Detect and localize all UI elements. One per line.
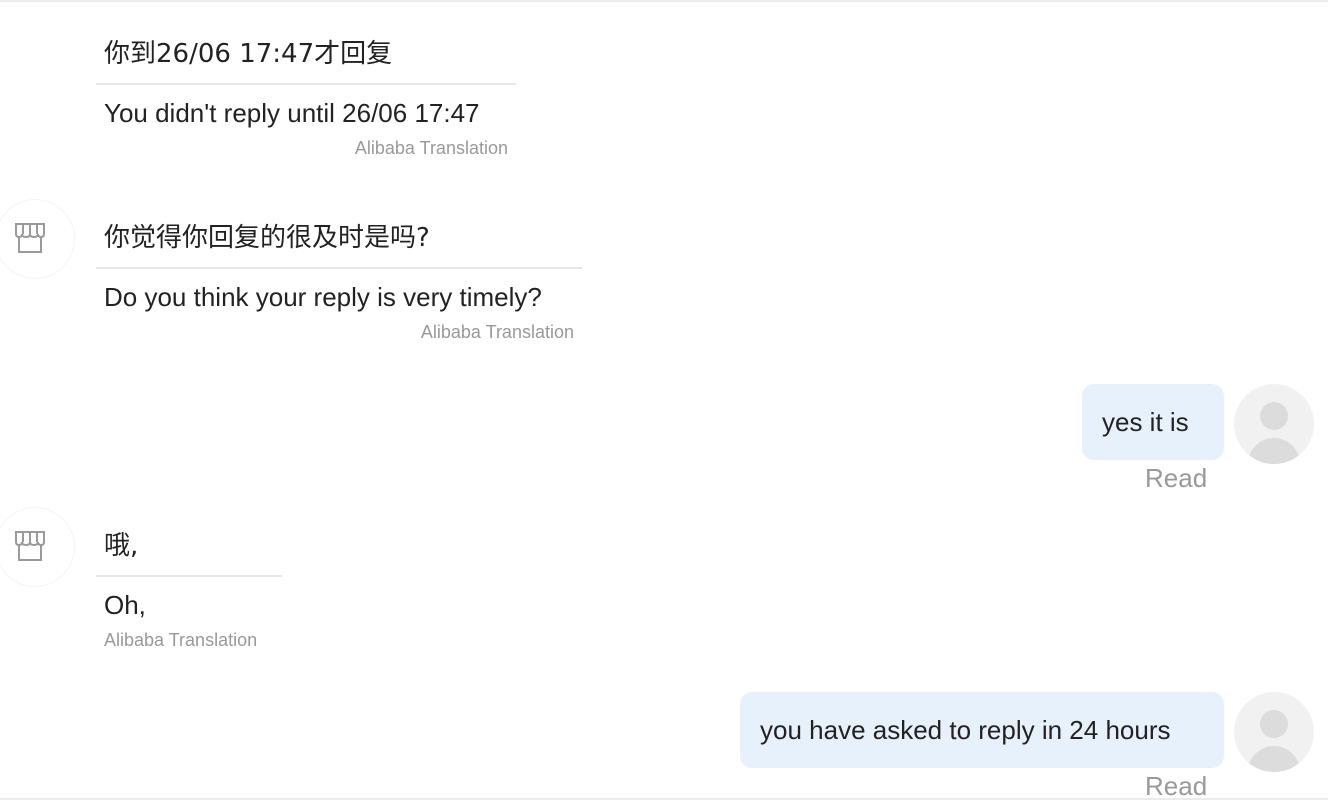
message-original-text: 你觉得你回复的很及时是吗? [104,223,430,253]
incoming-message[interactable]: 哦, Oh, Alibaba Translation [96,529,282,651]
user-avatar-icon[interactable] [1234,384,1314,464]
translation-credit: Alibaba Translation [354,138,508,158]
translation-credit: Alibaba Translation [420,322,574,342]
message-original-text: 哦, [104,531,139,561]
shop-avatar[interactable] [0,200,74,278]
incoming-message[interactable]: 你觉得你回复的很及时是吗? Do you think your reply is… [96,221,582,343]
message-original-text: 你到26/06 17:47才回复 [104,39,393,69]
translation-credit: Alibaba Translation [104,630,258,650]
message-translated-text: You didn't reply until 26/06 17:47 [104,98,480,128]
outgoing-message-bubble[interactable]: you have asked to reply in 24 hours [740,692,1224,768]
shop-icon [15,531,45,561]
read-status: Read [1145,771,1208,800]
chat-message-list[interactable]: 你到26/06 17:47才回复 You didn't reply until … [0,0,1328,800]
outgoing-message-bubble[interactable]: yes it is [1082,384,1224,460]
message-text: you have asked to reply in 24 hours [760,715,1171,745]
read-status: Read [1145,463,1208,493]
message-text: yes it is [1102,407,1189,437]
message-translated-text: Oh, [104,590,146,620]
incoming-message[interactable]: 你到26/06 17:47才回复 You didn't reply until … [96,37,516,159]
shop-avatar[interactable] [0,508,74,586]
shop-icon [15,223,45,253]
message-translated-text: Do you think your reply is very timely? [104,282,542,312]
user-avatar-icon[interactable] [1234,692,1314,772]
